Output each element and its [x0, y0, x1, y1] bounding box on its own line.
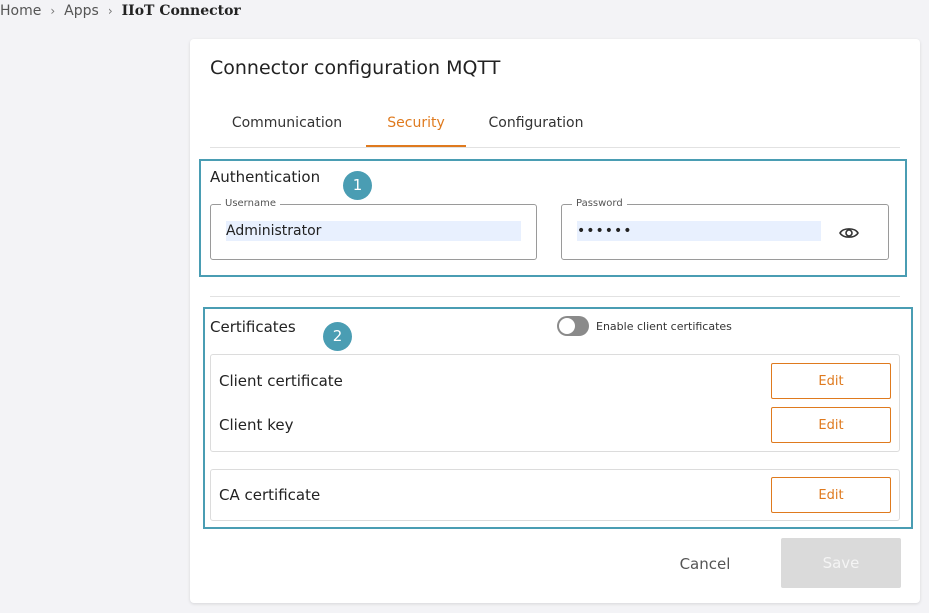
- toggle-track[interactable]: [557, 316, 589, 336]
- client-key-label: Client key: [219, 416, 294, 434]
- certificates-title: Certificates: [210, 318, 296, 336]
- eye-icon[interactable]: [838, 223, 860, 243]
- password-input[interactable]: ••••••: [577, 221, 821, 241]
- save-button[interactable]: Save: [781, 538, 901, 588]
- page-title: Connector configuration MQTT: [210, 57, 501, 79]
- toggle-label: Enable client certificates: [596, 319, 732, 333]
- client-certificates-group: Client certificate Edit Client key Edit: [210, 354, 900, 452]
- connector-config-card: Connector configuration MQTT Communicati…: [190, 39, 920, 603]
- edit-client-certificate-button[interactable]: Edit: [771, 363, 891, 399]
- breadcrumb-separator: ›: [50, 4, 56, 18]
- section-divider: [210, 296, 900, 297]
- breadcrumb-separator: ›: [107, 4, 113, 18]
- edit-ca-certificate-button[interactable]: Edit: [771, 477, 891, 513]
- password-label: Password: [572, 198, 627, 210]
- username-input[interactable]: Administrator: [226, 221, 521, 241]
- breadcrumb-apps[interactable]: Apps: [64, 3, 99, 19]
- toggle-thumb: [559, 318, 575, 334]
- authentication-title: Authentication: [210, 168, 321, 186]
- tab-bar: Communication Security Configuration: [210, 105, 900, 148]
- ca-certificate-group: CA certificate Edit: [210, 469, 900, 521]
- tab-communication[interactable]: Communication: [214, 105, 360, 146]
- callout-marker-2: 2: [323, 322, 352, 351]
- breadcrumb-current: IIoT Connector: [121, 3, 241, 19]
- tab-configuration[interactable]: Configuration: [472, 105, 600, 146]
- callout-marker-1: 1: [343, 171, 372, 200]
- client-certificate-label: Client certificate: [219, 372, 343, 390]
- username-field[interactable]: Username Administrator: [210, 198, 537, 260]
- edit-client-key-button[interactable]: Edit: [771, 407, 891, 443]
- ca-certificate-label: CA certificate: [219, 486, 321, 504]
- tab-security[interactable]: Security: [366, 105, 466, 147]
- breadcrumb-home[interactable]: Home: [0, 3, 41, 19]
- breadcrumb: Home › Apps › IIoT Connector: [0, 3, 241, 19]
- username-label: Username: [221, 198, 280, 210]
- client-certificates-toggle[interactable]: Enable client certificates: [557, 316, 732, 336]
- password-field[interactable]: Password ••••••: [561, 198, 889, 260]
- cancel-button[interactable]: Cancel: [650, 540, 760, 588]
